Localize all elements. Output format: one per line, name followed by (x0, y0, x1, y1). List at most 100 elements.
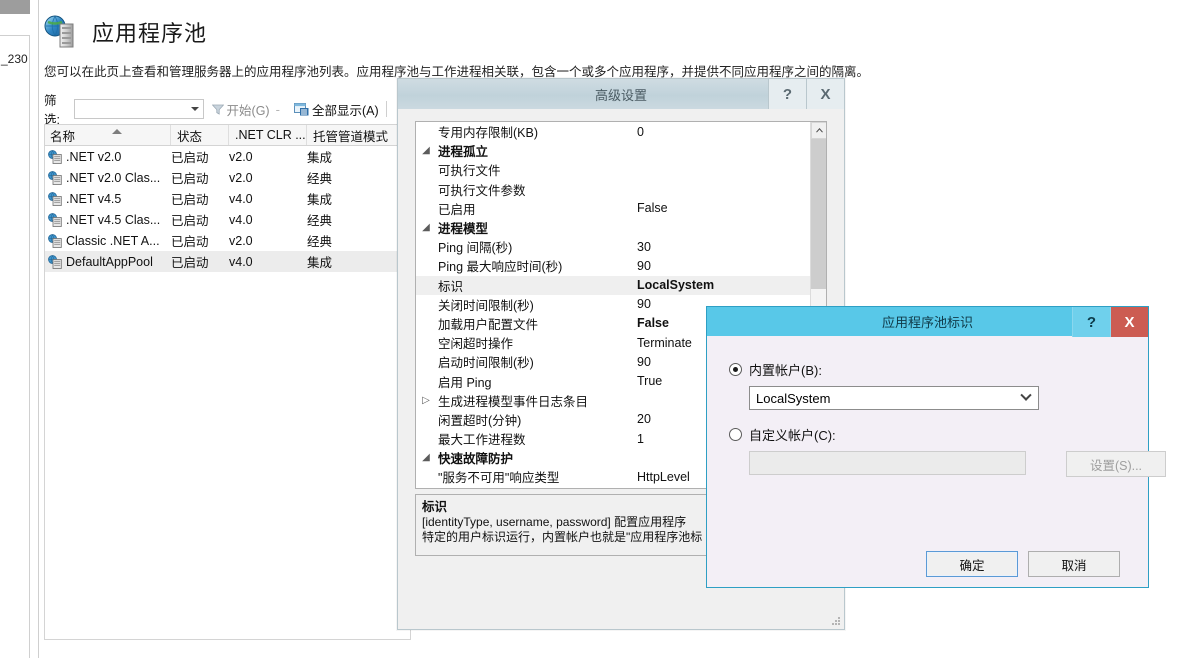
filter-label: 筛选: (44, 94, 60, 127)
expander-icon[interactable]: ◢ (416, 145, 436, 156)
settings-row[interactable]: 专用内存限制(KB) 0 (416, 122, 812, 141)
setting-name: 启用 Ping (438, 375, 492, 390)
setting-value[interactable]: 0 (631, 125, 812, 139)
app-pool-item-icon (48, 149, 62, 164)
sidebar-grey-cap (0, 0, 30, 14)
custom-account-row: 设置(S)... (749, 451, 1166, 477)
identity-ok-button[interactable]: 确定 (926, 551, 1018, 577)
scroll-up-button[interactable] (811, 122, 826, 139)
cell-status: 已启动 (171, 235, 209, 249)
builtin-account-radio-row[interactable]: 内置帐户(B): (729, 360, 822, 379)
cell-pipeline: 集成 (307, 256, 333, 270)
resize-grip[interactable] (829, 615, 841, 627)
column-header-clr[interactable]: .NET CLR ... (229, 125, 307, 145)
table-row[interactable]: .NET v4.5 已启动 v4.0 集成 (44, 188, 411, 209)
cell-pipeline: 经典 (307, 214, 333, 228)
setting-name: 专用内存限制(KB) (438, 126, 539, 141)
cell-clr: v4.0 (229, 212, 253, 227)
cell-name-label: DefaultAppPool (66, 254, 153, 269)
builtin-account-radio[interactable] (729, 363, 742, 376)
cell-clr: v4.0 (229, 191, 253, 206)
app-pools-table: 名称 状态 .NET CLR ... 托管管道模式 .NET v2.0 已启动 v2… (44, 124, 411, 272)
column-header-name[interactable]: 名称 (44, 125, 171, 145)
builtin-account-select[interactable]: LocalSystem (749, 386, 1039, 410)
chevron-down-icon[interactable] (190, 107, 199, 111)
expander-icon[interactable]: ◢ (416, 222, 436, 233)
setting-name: Ping 间隔(秒) (438, 241, 513, 256)
settings-row[interactable]: 已启用 False (416, 199, 812, 218)
cell-name: DefaultAppPool (44, 251, 171, 272)
sort-ascending-icon (112, 129, 122, 134)
settings-row[interactable]: ◢ 进程孤立 (416, 141, 812, 160)
builtin-account-label: 内置帐户(B): (749, 363, 822, 378)
setting-value[interactable]: 30 (631, 240, 812, 254)
column-header-status-label: 状态 (177, 129, 203, 144)
setting-value[interactable]: False (631, 201, 812, 215)
close-button[interactable]: X (806, 79, 844, 109)
app-pool-item-icon (48, 212, 62, 227)
setting-name: Ping 最大响应时间(秒) (438, 260, 563, 275)
cell-pipeline: 经典 (307, 235, 333, 249)
screen: _230 应用程序池 您可以在此页上查看和管理服务器上的应用程序池列表。应用程序… (0, 0, 1192, 658)
expander-icon[interactable]: ▷ (416, 395, 436, 406)
column-header-status[interactable]: 状态 (171, 125, 229, 145)
app-pool-item-icon (48, 233, 62, 248)
left-sidebar-fragment: _230 (0, 0, 30, 658)
cell-name: .NET v2.0 Clas... (44, 167, 171, 188)
table-row[interactable]: .NET v4.5 Clas... 已启动 v4.0 经典 (44, 209, 411, 230)
identity-cancel-button[interactable]: 取消 (1028, 551, 1120, 577)
cell-clr: v4.0 (229, 254, 253, 269)
setting-value[interactable]: 90 (631, 259, 812, 273)
set-credentials-button[interactable]: 设置(S)... (1066, 451, 1166, 477)
advanced-settings-title-buttons: ? X (768, 79, 844, 109)
cell-name-label: .NET v2.0 (66, 149, 122, 164)
cell-status: 已启动 (171, 151, 209, 165)
filter-input[interactable] (74, 99, 204, 119)
cell-name-label: .NET v2.0 Clas... (66, 170, 161, 185)
identity-dialog-title: 应用程序池标识 (881, 315, 973, 330)
setting-value[interactable]: LocalSystem (631, 278, 812, 292)
identity-title-buttons: ? X (1072, 307, 1148, 337)
settings-row[interactable]: 标识 LocalSystem (416, 275, 812, 295)
settings-row[interactable]: ◢ 进程模型 (416, 218, 812, 237)
settings-row[interactable]: Ping 最大响应时间(秒) 90 (416, 256, 812, 275)
setting-name: 关闭时间限制(秒) (438, 298, 534, 313)
identity-titlebar[interactable]: 应用程序池标识 ? X (707, 307, 1148, 337)
custom-account-radio[interactable] (729, 428, 742, 441)
advanced-settings-titlebar[interactable]: 高级设置 ? X (398, 79, 844, 109)
cell-clr: v2.0 (229, 170, 253, 185)
setting-name: 已启用 (438, 202, 476, 217)
toolbar-divider (385, 101, 387, 117)
app-pool-item-icon (48, 191, 62, 206)
help-button[interactable]: ? (1072, 307, 1110, 337)
setting-name: 标识 (438, 279, 464, 294)
settings-row[interactable]: 可执行文件 (416, 160, 812, 179)
setting-name: 进程孤立 (438, 145, 489, 160)
setting-name: 加载用户配置文件 (438, 317, 539, 332)
custom-account-radio-row[interactable]: 自定义帐户(C): (729, 425, 836, 444)
table-row[interactable]: .NET v2.0 Clas... 已启动 v2.0 经典 (44, 167, 411, 188)
app-pool-identity-dialog[interactable]: 应用程序池标识 ? X 内置帐户(B): LocalSystem 自定义帐户(C… (706, 306, 1166, 588)
scroll-thumb[interactable] (811, 139, 826, 289)
filter-start-button[interactable]: 开始(G) (211, 100, 270, 119)
table-row[interactable]: DefaultAppPool 已启动 v4.0 集成 (44, 251, 411, 272)
filter-start-label: 开始(G) (226, 103, 270, 118)
help-button[interactable]: ? (768, 79, 806, 109)
table-row[interactable]: .NET v2.0 已启动 v2.0 集成 (44, 146, 411, 167)
advanced-settings-title: 高级设置 (594, 87, 647, 103)
expander-icon[interactable]: ◢ (416, 452, 436, 463)
settings-row[interactable]: 可执行文件参数 (416, 180, 812, 199)
cell-name: .NET v4.5 Clas... (44, 209, 171, 230)
close-button[interactable]: X (1110, 307, 1148, 337)
pane-splitter[interactable] (31, 0, 39, 658)
settings-row[interactable]: Ping 间隔(秒) 30 (416, 237, 812, 256)
table-row[interactable]: Classic .NET A... 已启动 v2.0 经典 (44, 230, 411, 251)
cell-name-label: .NET v4.5 (66, 191, 122, 206)
custom-account-input[interactable] (749, 451, 1026, 475)
chevron-down-icon[interactable] (1020, 389, 1032, 401)
show-all-button[interactable]: 全部显示(A) (293, 100, 379, 119)
setting-name: 可执行文件 (438, 164, 501, 179)
column-header-pipeline[interactable]: 托管管道模式 (307, 125, 410, 145)
builtin-account-value: LocalSystem (756, 390, 831, 406)
show-all-icon (293, 102, 309, 116)
